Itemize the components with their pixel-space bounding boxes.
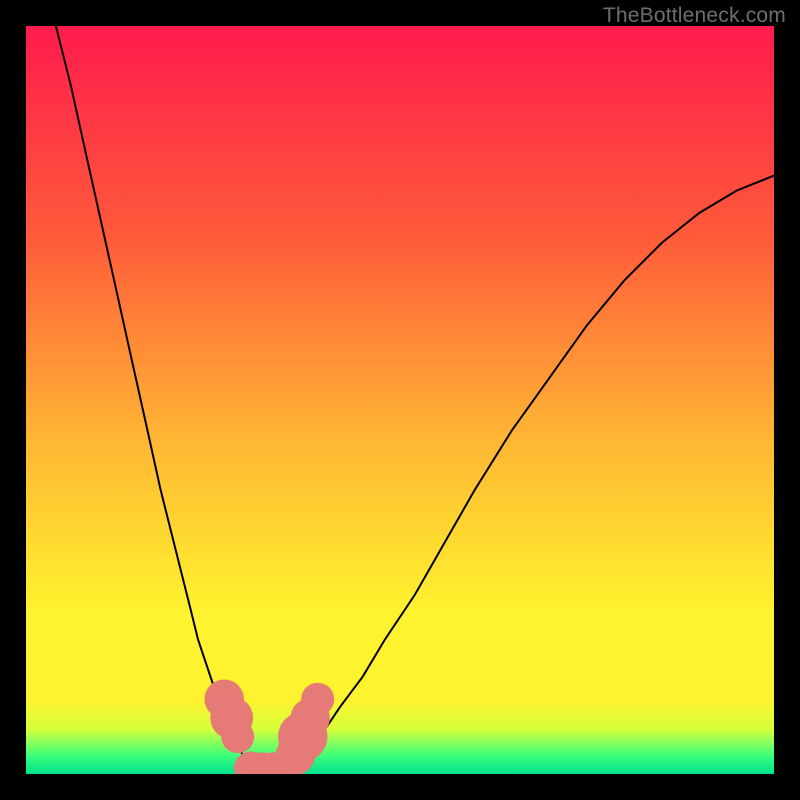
- plot-area: [26, 26, 774, 774]
- gradient-background: [26, 26, 774, 774]
- blob-left-3: [221, 720, 254, 753]
- chart-svg: [26, 26, 774, 774]
- blob-right-4: [301, 683, 334, 716]
- watermark-text: TheBottleneck.com: [603, 4, 786, 28]
- chart-frame: TheBottleneck.com: [0, 0, 800, 800]
